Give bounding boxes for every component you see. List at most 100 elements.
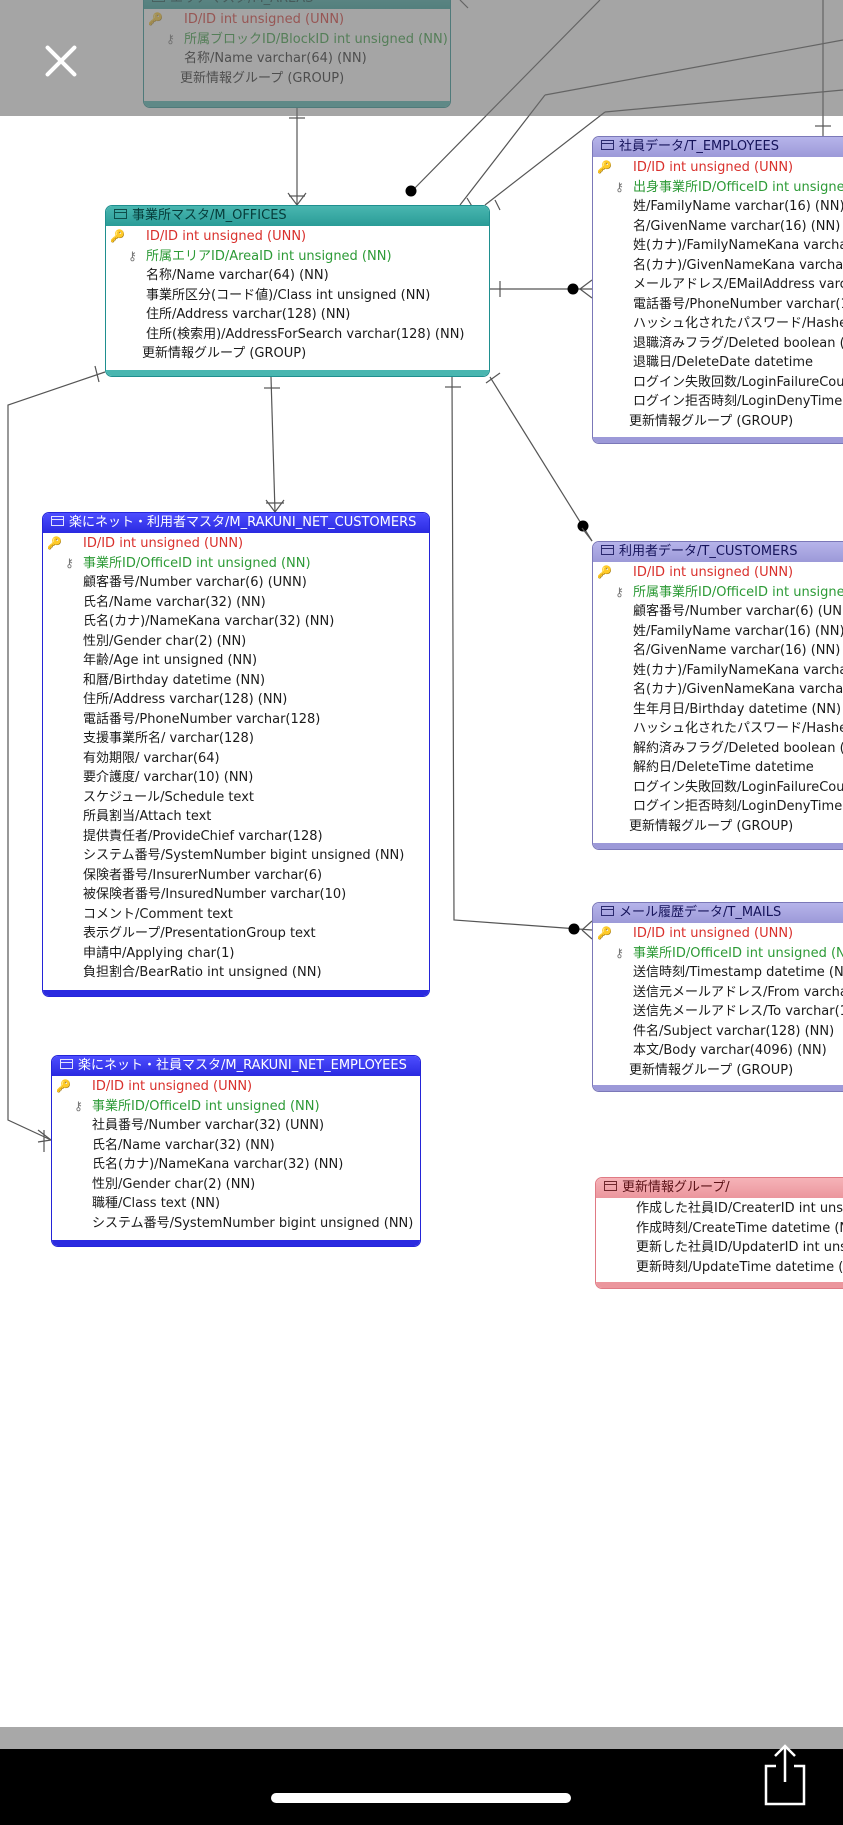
- column-row[interactable]: 氏名/Name varchar(32) (NN): [43, 593, 429, 613]
- column-row[interactable]: ⚷ 事業所ID/OfficeID int unsigned (NN): [43, 554, 429, 574]
- entity-title-bar[interactable]: 事業所マスタ/M_OFFICES: [106, 206, 489, 226]
- column-row[interactable]: 🔑 ID/ID int unsigned (UNN): [593, 563, 843, 583]
- column-row[interactable]: 更新した社員ID/UpdaterID int unsigned: [596, 1238, 843, 1258]
- entity-title-bar[interactable]: メール履歴データ/T_MAILS: [593, 903, 843, 923]
- column-row[interactable]: 職種/Class text (NN): [52, 1194, 420, 1214]
- column-row[interactable]: 保険者番号/InsurerNumber varchar(6): [43, 866, 429, 886]
- column-row[interactable]: 本文/Body varchar(4096) (NN): [593, 1041, 843, 1061]
- column-row[interactable]: ログイン失敗回数/LoginFailureCount: [593, 778, 843, 798]
- entity-title-bar[interactable]: 社員データ/T_EMPLOYEES: [593, 137, 843, 157]
- column-row[interactable]: 氏名/Name varchar(32) (NN): [52, 1136, 420, 1156]
- column-row[interactable]: 氏名(カナ)/NameKana varchar(32) (NN): [52, 1155, 420, 1175]
- entity-update-info-group[interactable]: 更新情報グループ/作成した社員ID/CreaterID int unsigned…: [595, 1177, 843, 1289]
- column-row[interactable]: 名/GivenName varchar(16) (NN): [593, 217, 843, 237]
- column-row[interactable]: 姓/FamilyName varchar(16) (NN): [593, 197, 843, 217]
- column-row[interactable]: 要介護度/ varchar(10) (NN): [43, 768, 429, 788]
- column-row[interactable]: 氏名(カナ)/NameKana varchar(32) (NN): [43, 612, 429, 632]
- column-row[interactable]: 支援事業所名/ varchar(128): [43, 729, 429, 749]
- entity-m-rakuni-net-employees[interactable]: 楽にネット・社員マスタ/M_RAKUNI_NET_EMPLOYEES 🔑 ID/ID…: [51, 1055, 421, 1247]
- column-row[interactable]: ログイン拒否時刻/LoginDenyTime: [593, 797, 843, 817]
- column-row[interactable]: 顧客番号/Number varchar(6) (UNN): [593, 602, 843, 622]
- entity-title-bar[interactable]: 楽にネット・利用者マスタ/M_RAKUNI_NET_CUSTOMERS: [43, 513, 429, 533]
- column-row[interactable]: 🔑 ID/ID int unsigned (UNN): [43, 534, 429, 554]
- column-row[interactable]: 電話番号/PhoneNumber varchar(128): [43, 710, 429, 730]
- column-row[interactable]: 解約済みフラグ/Deleted boolean (NN): [593, 739, 843, 759]
- column-row[interactable]: ⚷ 出身事業所ID/OfficeID int unsigned (NN): [593, 178, 843, 198]
- column-row[interactable]: 生年月日/Birthday datetime (NN): [593, 700, 843, 720]
- column-row[interactable]: 🔑 ID/ID int unsigned (UNN): [593, 158, 843, 178]
- column-row[interactable]: 住所/Address varchar(128) (NN): [43, 690, 429, 710]
- entity-m-rakuni-net-customers[interactable]: 楽にネット・利用者マスタ/M_RAKUNI_NET_CUSTOMERS 🔑 ID/I…: [42, 512, 430, 997]
- column-row[interactable]: スケジュール/Schedule text: [43, 788, 429, 808]
- column-row[interactable]: 更新情報グループ (GROUP): [106, 344, 489, 364]
- column-row[interactable]: 更新時刻/UpdateTime datetime (NN): [596, 1258, 843, 1278]
- column-row[interactable]: 提供責任者/ProvideChief varchar(128): [43, 827, 429, 847]
- column-row[interactable]: 負担割合/BearRatio int unsigned (NN): [43, 963, 429, 983]
- column-row[interactable]: 🔑 ID/ID int unsigned (UNN): [593, 924, 843, 944]
- column-row[interactable]: ⚷ 事業所ID/OfficeID int unsigned (NN): [593, 944, 843, 964]
- column-row[interactable]: 表示グループ/PresentationGroup text: [43, 924, 429, 944]
- entity-m-offices[interactable]: 事業所マスタ/M_OFFICES 🔑 ID/ID int unsigned (UNN…: [105, 205, 490, 377]
- column-row[interactable]: 姓(カナ)/FamilyNameKana varchar(16) (NN): [593, 236, 843, 256]
- column-row[interactable]: コメント/Comment text: [43, 905, 429, 925]
- column-row[interactable]: 所員割当/Attach text: [43, 807, 429, 827]
- column-row[interactable]: 送信先メールアドレス/To varchar(128): [593, 1002, 843, 1022]
- column-row[interactable]: 社員番号/Number varchar(32) (UNN): [52, 1116, 420, 1136]
- column-row[interactable]: ⚷ 所属事業所ID/OfficeID int unsigned (NN): [593, 583, 843, 603]
- column-row[interactable]: 🔑 ID/ID int unsigned (UNN): [106, 227, 489, 247]
- column-row[interactable]: ログイン失敗回数/LoginFailureCount: [593, 373, 843, 393]
- column-row[interactable]: ⚷ 事業所ID/OfficeID int unsigned (NN): [52, 1097, 420, 1117]
- column-row[interactable]: 🔑 ID/ID int unsigned (UNN): [52, 1077, 420, 1097]
- column-row[interactable]: 送信元メールアドレス/From varchar(128): [593, 983, 843, 1003]
- column-row[interactable]: 住所(検索用)/AddressForSearch varchar(128) (N…: [106, 325, 489, 345]
- column-row[interactable]: 名(カナ)/GivenNameKana varchar(16) (NN): [593, 680, 843, 700]
- column-row[interactable]: 名/GivenName varchar(16) (NN): [593, 641, 843, 661]
- share-icon[interactable]: [762, 1742, 808, 1806]
- column-row[interactable]: 件名/Subject varchar(128) (NN): [593, 1022, 843, 1042]
- column-row[interactable]: 姓(カナ)/FamilyNameKana varchar(16) (NN): [593, 661, 843, 681]
- column-row[interactable]: ハッシュ化されたパスワード/HashedPassword: [593, 314, 843, 334]
- column-row[interactable]: 住所/Address varchar(128) (NN): [106, 305, 489, 325]
- column-row[interactable]: 退職済みフラグ/Deleted boolean (NN): [593, 334, 843, 354]
- column-row[interactable]: 作成した社員ID/CreaterID int unsigned: [596, 1199, 843, 1219]
- column-row[interactable]: 解約日/DeleteTime datetime: [593, 758, 843, 778]
- column-row[interactable]: 更新情報グループ (GROUP): [593, 817, 843, 837]
- column-row[interactable]: 更新情報グループ (GROUP): [593, 1061, 843, 1081]
- column-row[interactable]: 事業所区分(コード値)/Class int unsigned (NN): [106, 286, 489, 306]
- entity-title-bar[interactable]: 楽にネット・社員マスタ/M_RAKUNI_NET_EMPLOYEES: [52, 1056, 420, 1076]
- column-row[interactable]: システム番号/SystemNumber bigint unsigned (NN): [52, 1214, 420, 1234]
- er-diagram-canvas[interactable]: エリアマスタ/M_AREAS🔑ID/ID int unsigned (UNN)⚷…: [0, 0, 843, 1825]
- entity-title-bar[interactable]: 利用者データ/T_CUSTOMERS: [593, 542, 843, 562]
- column-row[interactable]: 和暦/Birthday datetime (NN): [43, 671, 429, 691]
- entity-title-bar[interactable]: 更新情報グループ/: [596, 1178, 843, 1198]
- home-indicator[interactable]: [271, 1793, 571, 1803]
- column-row[interactable]: ⚷ 所属エリアID/AreaID int unsigned (NN): [106, 247, 489, 267]
- column-row[interactable]: ログイン拒否時刻/LoginDenyTime: [593, 392, 843, 412]
- column-row[interactable]: 被保険者番号/InsuredNumber varchar(10): [43, 885, 429, 905]
- column-row[interactable]: 年齢/Age int unsigned (NN): [43, 651, 429, 671]
- column-row[interactable]: 作成時刻/CreateTime datetime (NN): [596, 1219, 843, 1239]
- close-icon[interactable]: [36, 36, 86, 86]
- foreign-key-icon: ⚷: [74, 1098, 83, 1113]
- column-row[interactable]: 名(カナ)/GivenNameKana varchar(16) (NN): [593, 256, 843, 276]
- entity-t-customers[interactable]: 利用者データ/T_CUSTOMERS 🔑 ID/ID int unsigned (U…: [592, 541, 843, 850]
- entity-t-mails[interactable]: メール履歴データ/T_MAILS 🔑 ID/ID int unsigned (UNN…: [592, 902, 843, 1092]
- column-text: 性別/Gender char(2) (NN): [83, 633, 247, 649]
- column-row[interactable]: 姓/FamilyName varchar(16) (NN): [593, 622, 843, 642]
- column-row[interactable]: 申請中/Applying char(1): [43, 944, 429, 964]
- column-row[interactable]: 名称/Name varchar(64) (NN): [106, 266, 489, 286]
- column-row[interactable]: 送信時刻/Timestamp datetime (NN): [593, 963, 843, 983]
- primary-key-icon: 🔑: [56, 1079, 71, 1093]
- column-row[interactable]: 有効期限/ varchar(64): [43, 749, 429, 769]
- column-row[interactable]: 更新情報グループ (GROUP): [593, 412, 843, 432]
- column-row[interactable]: 性別/Gender char(2) (NN): [43, 632, 429, 652]
- column-row[interactable]: システム番号/SystemNumber bigint unsigned (NN): [43, 846, 429, 866]
- column-row[interactable]: メールアドレス/EMailAddress varchar(128): [593, 275, 843, 295]
- column-row[interactable]: ハッシュ化されたパスワード/HashedPassword: [593, 719, 843, 739]
- column-row[interactable]: 退職日/DeleteDate datetime: [593, 353, 843, 373]
- column-row[interactable]: 性別/Gender char(2) (NN): [52, 1175, 420, 1195]
- column-row[interactable]: 電話番号/PhoneNumber varchar(128): [593, 295, 843, 315]
- entity-title: 利用者データ/T_CUSTOMERS: [619, 544, 798, 559]
- column-row[interactable]: 顧客番号/Number varchar(6) (UNN): [43, 573, 429, 593]
- entity-t-employees[interactable]: 社員データ/T_EMPLOYEES 🔑 ID/ID int unsigned (UN…: [592, 136, 843, 444]
